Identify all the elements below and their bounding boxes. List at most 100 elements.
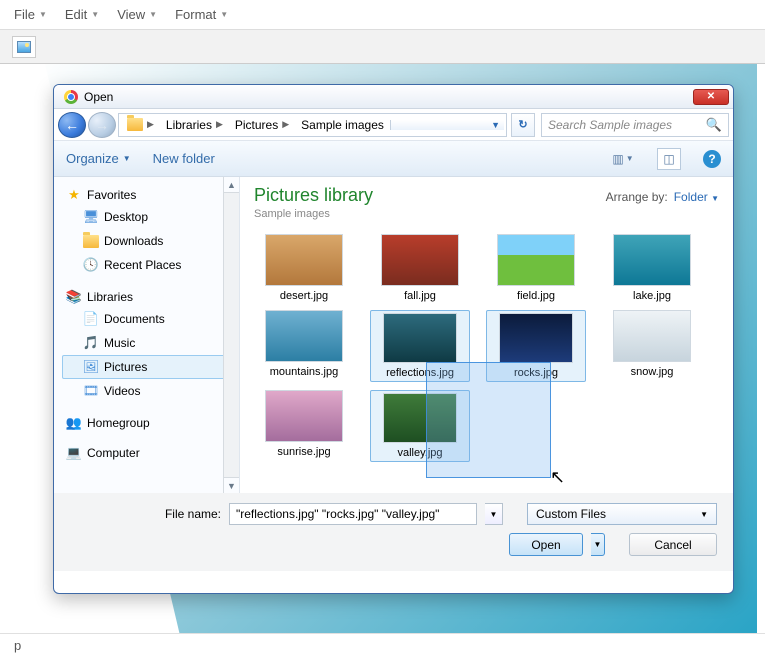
thumbnail-label: rocks.jpg (489, 367, 583, 379)
libraries-icon: 📚 (66, 289, 82, 305)
sidebar-item-downloads[interactable]: Downloads (62, 229, 239, 253)
filename-history-dropdown[interactable]: ▼ (485, 503, 503, 525)
dialog-close-button[interactable]: ✕ (693, 89, 729, 105)
library-subtitle: Sample images (254, 208, 719, 220)
dialog-file-list[interactable]: Pictures library Arrange by: Folder ▼ Sa… (240, 177, 733, 493)
sidebar-favorites-header[interactable]: ★Favorites (62, 185, 239, 205)
dialog-titlebar[interactable]: Open ✕ (54, 85, 733, 109)
thumbnail-label: desert.jpg (254, 290, 354, 302)
menu-view[interactable]: View ▼ (117, 7, 157, 22)
dialog-footer: File name: "reflections.jpg" "rocks.jpg"… (54, 493, 733, 571)
editor-canvas: Open ✕ ← → ▶ Libraries▶ Pictures▶ Sample… (0, 64, 765, 634)
dialog-search-input[interactable]: Search Sample images 🔍 (541, 113, 729, 137)
menu-edit[interactable]: Edit ▼ (65, 7, 99, 22)
downloads-icon (83, 233, 99, 249)
scrollbar-down-icon[interactable]: ▼ (224, 477, 239, 493)
thumbnail-image (383, 393, 457, 443)
sidebar-item-desktop[interactable]: 🖥Desktop (62, 205, 239, 229)
help-button[interactable]: ? (703, 150, 721, 168)
sidebar-item-recent[interactable]: 🕓Recent Places (62, 253, 239, 277)
desktop-icon: 🖥 (83, 209, 99, 225)
dialog-toolbar: Organize▼ New folder ▥ ▼ ◫ ? (54, 141, 733, 177)
breadcrumb-seg-libraries[interactable]: Libraries (166, 118, 212, 132)
thumbnail-image (381, 234, 459, 286)
file-thumbnail[interactable]: fall.jpg (370, 234, 470, 302)
computer-icon: 💻 (66, 445, 82, 461)
file-thumbnail[interactable]: lake.jpg (602, 234, 702, 302)
insert-image-button[interactable] (12, 36, 36, 58)
arrange-label: Arrange by: (606, 190, 668, 204)
refresh-button[interactable]: ↻ (511, 113, 535, 137)
new-folder-button[interactable]: New folder (153, 151, 215, 166)
breadcrumb[interactable]: ▶ Libraries▶ Pictures▶ Sample images ▼ (118, 113, 507, 137)
main-menubar: File ▼ Edit ▼ View ▼ Format ▼ (0, 0, 765, 30)
thumbnail-label: field.jpg (486, 290, 586, 302)
folder-icon (127, 118, 143, 131)
breadcrumb-seg-pictures[interactable]: Pictures (235, 118, 278, 132)
open-button[interactable]: Open (509, 533, 583, 556)
open-split-button[interactable]: ▼ (591, 533, 605, 556)
sidebar-item-pictures[interactable]: 🖼Pictures (62, 355, 239, 379)
cancel-button[interactable]: Cancel (629, 533, 717, 556)
forward-button[interactable]: → (88, 112, 116, 138)
pictures-icon: 🖼 (83, 359, 99, 375)
sidebar-homegroup[interactable]: 👥Homegroup (62, 413, 239, 433)
filename-label: File name: (165, 507, 221, 521)
thumbnail-label: valley.jpg (373, 447, 467, 459)
back-button[interactable]: ← (58, 112, 86, 138)
thumbnail-label: snow.jpg (602, 366, 702, 378)
videos-icon: 🎞 (83, 383, 99, 399)
thumbnail-image (499, 313, 573, 363)
thumbnail-label: lake.jpg (602, 290, 702, 302)
search-icon[interactable]: 🔍 (706, 117, 722, 133)
sidebar-item-documents[interactable]: 📄Documents (62, 307, 239, 331)
file-filter-dropdown[interactable]: Custom Files▼ (527, 503, 717, 525)
thumbnail-image (383, 313, 457, 363)
dialog-navbar: ← → ▶ Libraries▶ Pictures▶ Sample images… (54, 109, 733, 141)
thumbnail-image (265, 234, 343, 286)
sidebar-scrollbar[interactable]: ▲ ▼ (223, 177, 239, 493)
open-file-dialog: Open ✕ ← → ▶ Libraries▶ Pictures▶ Sample… (53, 84, 734, 594)
sidebar-libraries-header[interactable]: 📚Libraries (62, 287, 239, 307)
star-icon: ★ (66, 187, 82, 203)
sidebar-computer[interactable]: 💻Computer (62, 443, 239, 463)
image-icon (17, 41, 31, 53)
thumbnail-label: sunrise.jpg (254, 446, 354, 458)
dialog-body: ★Favorites 🖥Desktop Downloads 🕓Recent Pl… (54, 177, 733, 493)
thumbnail-label: fall.jpg (370, 290, 470, 302)
thumbnail-image (265, 310, 343, 362)
arrange-dropdown[interactable]: Folder ▼ (674, 190, 719, 204)
file-thumbnail[interactable]: valley.jpg (370, 390, 470, 462)
recent-icon: 🕓 (83, 257, 99, 273)
file-thumbnail[interactable]: mountains.jpg (254, 310, 354, 382)
filename-input[interactable]: "reflections.jpg" "rocks.jpg" "valley.jp… (229, 503, 477, 525)
thumbnail-image (497, 234, 575, 286)
breadcrumb-seg-sample[interactable]: Sample images (301, 118, 384, 132)
file-thumbnail[interactable]: sunrise.jpg (254, 390, 354, 462)
thumbnail-image (613, 234, 691, 286)
file-thumbnail[interactable]: rocks.jpg (486, 310, 586, 382)
file-thumbnail[interactable]: snow.jpg (602, 310, 702, 382)
file-thumbnail[interactable]: reflections.jpg (370, 310, 470, 382)
thumbnail-image (613, 310, 691, 362)
dialog-sidebar: ★Favorites 🖥Desktop Downloads 🕓Recent Pl… (54, 177, 240, 493)
preview-pane-button[interactable]: ◫ (657, 148, 681, 170)
file-thumbnail[interactable]: field.jpg (486, 234, 586, 302)
menu-file[interactable]: File ▼ (14, 7, 47, 22)
library-title: Pictures library (254, 185, 373, 206)
dialog-title: Open (84, 90, 693, 104)
thumbnail-image (265, 390, 343, 442)
view-mode-button[interactable]: ▥ ▼ (611, 148, 635, 170)
status-path: p (14, 638, 21, 653)
organize-button[interactable]: Organize▼ (66, 151, 131, 166)
chrome-icon (64, 90, 78, 104)
menu-format[interactable]: Format ▼ (175, 7, 228, 22)
documents-icon: 📄 (83, 311, 99, 327)
app-toolbar (0, 30, 765, 64)
file-thumbnail[interactable]: desert.jpg (254, 234, 354, 302)
sidebar-item-videos[interactable]: 🎞Videos (62, 379, 239, 403)
scrollbar-up-icon[interactable]: ▲ (224, 177, 239, 193)
cursor-icon: ↖ (550, 467, 565, 488)
status-bar: p (0, 634, 765, 656)
sidebar-item-music[interactable]: 🎵Music (62, 331, 239, 355)
